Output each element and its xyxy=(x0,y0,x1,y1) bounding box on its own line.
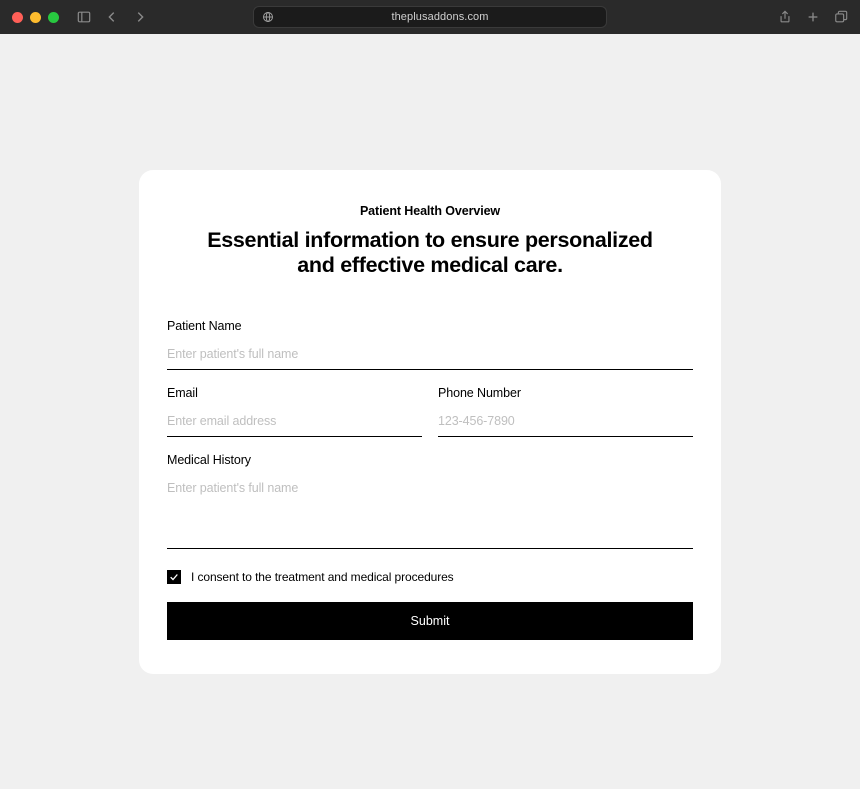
consent-checkbox[interactable] xyxy=(167,570,181,584)
address-bar[interactable]: theplusaddons.com xyxy=(253,6,607,28)
patient-name-label: Patient Name xyxy=(167,319,693,333)
url-text: theplusaddons.com xyxy=(282,11,598,23)
medical-history-field: Medical History xyxy=(167,453,693,554)
form-card: Patient Health Overview Essential inform… xyxy=(139,170,721,674)
check-icon xyxy=(169,572,179,582)
page-background: Patient Health Overview Essential inform… xyxy=(0,34,860,789)
patient-form: Patient Name Email Phone Number Medical … xyxy=(167,319,693,640)
forward-icon[interactable] xyxy=(133,10,147,24)
new-tab-icon[interactable] xyxy=(806,10,820,24)
email-label: Email xyxy=(167,386,422,400)
medical-history-label: Medical History xyxy=(167,453,693,467)
back-icon[interactable] xyxy=(105,10,119,24)
submit-button[interactable]: Submit xyxy=(167,602,693,640)
card-headline: Essential information to ensure personal… xyxy=(167,228,693,279)
patient-name-field: Patient Name xyxy=(167,319,693,370)
patient-name-input[interactable] xyxy=(167,341,693,370)
medical-history-input[interactable] xyxy=(167,475,693,549)
minimize-window-icon[interactable] xyxy=(30,12,41,23)
consent-label: I consent to the treatment and medical p… xyxy=(191,570,454,584)
share-icon[interactable] xyxy=(778,10,792,24)
tabs-icon[interactable] xyxy=(834,10,848,24)
sidebar-icon[interactable] xyxy=(77,10,91,24)
phone-input[interactable] xyxy=(438,408,693,437)
close-window-icon[interactable] xyxy=(12,12,23,23)
maximize-window-icon[interactable] xyxy=(48,12,59,23)
globe-icon xyxy=(262,11,274,23)
window-controls xyxy=(12,12,59,23)
browser-toolbar: theplusaddons.com xyxy=(0,0,860,34)
phone-label: Phone Number xyxy=(438,386,693,400)
consent-row[interactable]: I consent to the treatment and medical p… xyxy=(167,570,693,584)
phone-field: Phone Number xyxy=(438,386,693,437)
card-overline: Patient Health Overview xyxy=(167,204,693,218)
email-input[interactable] xyxy=(167,408,422,437)
email-field: Email xyxy=(167,386,422,437)
